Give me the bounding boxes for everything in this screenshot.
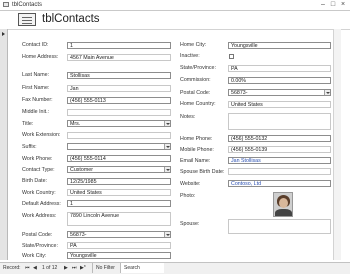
suffix-label: Suffix: bbox=[22, 144, 37, 150]
photo-label: Photo: bbox=[180, 193, 196, 199]
record-label: Record: bbox=[3, 265, 21, 271]
home-postal-code-combo[interactable]: 56873- bbox=[228, 89, 331, 96]
home-phone-field[interactable]: (456) 555-0132 bbox=[228, 135, 331, 142]
home-phone-label: Home Phone: bbox=[180, 136, 213, 142]
last-name-label: Last Name: bbox=[22, 72, 50, 78]
middle-init-label: Middle Init.: bbox=[22, 109, 50, 115]
title-value: Mrs. bbox=[70, 121, 81, 127]
spouse-birth-date-field[interactable] bbox=[228, 168, 331, 175]
email-name-field[interactable]: Jan Stollisas bbox=[228, 157, 331, 164]
work-city-label: Work City: bbox=[22, 253, 47, 259]
home-address-label: Home Address: bbox=[22, 54, 59, 60]
mobile-phone-field[interactable]: (456) 555-0139 bbox=[228, 146, 331, 153]
commission-label: Commission: bbox=[180, 77, 211, 83]
state-province-label: State/Province: bbox=[22, 243, 58, 249]
fax-number-label: Fax Number: bbox=[22, 97, 53, 103]
home-city-label: Home City: bbox=[180, 42, 207, 48]
first-name-field[interactable]: Jan bbox=[67, 85, 171, 92]
document-tab-title[interactable]: tblContacts bbox=[12, 1, 42, 9]
work-city-field[interactable]: Youngsville bbox=[67, 252, 171, 259]
chevron-down-icon[interactable] bbox=[164, 232, 170, 237]
birth-date-label: Birth Date: bbox=[22, 178, 48, 184]
contact-type-value: Customer bbox=[70, 167, 93, 173]
form-tab-icon bbox=[3, 2, 9, 7]
home-address-field[interactable]: 4567 Main Avenue bbox=[67, 54, 171, 61]
commission-field[interactable]: 0.00% bbox=[228, 77, 331, 84]
home-country-field[interactable]: United States bbox=[228, 101, 331, 108]
new-record-icon[interactable]: ▶* bbox=[80, 263, 86, 273]
work-address-label: Work Address: bbox=[22, 213, 57, 219]
middle-init-field[interactable] bbox=[67, 109, 171, 116]
contact-type-combo[interactable]: Customer bbox=[67, 166, 171, 173]
inactive-label: Inactive: bbox=[180, 53, 200, 59]
close-icon[interactable]: × bbox=[339, 1, 347, 9]
first-record-icon[interactable]: ⏮ bbox=[25, 263, 30, 273]
title-combo[interactable]: Mrs. bbox=[67, 120, 171, 127]
website-label: Website: bbox=[180, 181, 201, 187]
home-city-field[interactable]: Youngsville bbox=[228, 42, 331, 49]
default-address-label: Default Address: bbox=[22, 201, 61, 207]
spouse-field[interactable] bbox=[228, 219, 331, 234]
email-link[interactable]: Jan Stollisas bbox=[231, 158, 261, 163]
search-box[interactable]: Search bbox=[120, 263, 164, 273]
contact-id-label: Contact ID: bbox=[22, 42, 49, 48]
work-country-field[interactable]: United States bbox=[67, 189, 171, 196]
notes-label: Notes: bbox=[180, 114, 196, 120]
minimize-icon[interactable]: – bbox=[319, 1, 327, 9]
record-position[interactable]: 1 of 12 bbox=[42, 263, 57, 273]
postal-code-value: 56873- bbox=[70, 232, 87, 238]
form-header: tblContacts bbox=[0, 11, 350, 28]
chevron-down-icon[interactable] bbox=[324, 90, 330, 95]
suffix-combo[interactable] bbox=[67, 143, 171, 150]
state-province-field[interactable]: PA bbox=[67, 242, 171, 249]
postal-code-label: Postal Code: bbox=[22, 232, 53, 238]
document-tab-bar: tblContacts – □ × bbox=[0, 0, 350, 11]
website-field[interactable]: Contoso, Ltd bbox=[228, 180, 331, 187]
chevron-down-icon[interactable] bbox=[164, 167, 170, 172]
chevron-down-icon[interactable] bbox=[164, 121, 170, 126]
form-icon bbox=[18, 13, 36, 26]
inactive-checkbox[interactable] bbox=[229, 54, 234, 59]
home-postal-code-value: 56873- bbox=[231, 90, 248, 96]
default-address-field[interactable]: 1 bbox=[67, 200, 171, 207]
birth-date-field[interactable]: 12/25/1985 bbox=[67, 178, 171, 185]
notes-field[interactable] bbox=[228, 113, 331, 130]
title-label: Title: bbox=[22, 121, 34, 127]
window-controls: – □ × bbox=[317, 1, 347, 9]
work-phone-field[interactable]: (456) 555-0114 bbox=[67, 155, 171, 162]
work-phone-label: Work Phone: bbox=[22, 156, 53, 162]
current-record-icon bbox=[2, 32, 5, 36]
work-extension-field[interactable] bbox=[67, 132, 171, 139]
email-name-label: Email Name: bbox=[180, 158, 211, 164]
last-name-field[interactable]: Stollisas bbox=[67, 72, 171, 79]
fax-number-field[interactable]: (456) 555-0113 bbox=[67, 97, 171, 104]
chevron-down-icon[interactable] bbox=[164, 144, 170, 149]
home-postal-code-label: Postal Code: bbox=[180, 90, 211, 96]
last-record-icon[interactable]: ⏭ bbox=[72, 263, 77, 273]
form-window: tblContacts – □ × tblContacts Contact ID… bbox=[0, 0, 350, 274]
home-state-province-field[interactable]: PA bbox=[228, 65, 331, 72]
postal-code-combo[interactable]: 56873- bbox=[67, 231, 171, 238]
work-extension-label: Work Extension: bbox=[22, 132, 61, 138]
first-name-label: First Name: bbox=[22, 85, 50, 91]
maximize-icon[interactable]: □ bbox=[329, 1, 337, 9]
work-address-field[interactable]: 7890 Lincoln Avenue bbox=[67, 212, 171, 226]
spouse-label: Spouse: bbox=[180, 221, 200, 227]
record-navigation-bar: Record: ⏮ ◀ 1 of 12 ▶ ⏭ ▶* No Filter Sea… bbox=[0, 262, 350, 274]
contact-type-label: Contact Type: bbox=[22, 167, 55, 173]
work-country-label: Work Country: bbox=[22, 190, 56, 196]
form-title: tblContacts bbox=[42, 13, 100, 25]
previous-record-icon[interactable]: ◀ bbox=[33, 263, 37, 273]
mobile-phone-label: Mobile Phone: bbox=[180, 147, 214, 153]
vertical-scrollbar[interactable] bbox=[333, 29, 341, 260]
home-country-label: Home Country: bbox=[180, 101, 216, 107]
filter-indicator[interactable]: No Filter bbox=[92, 263, 115, 273]
home-state-province-label: State/Province: bbox=[180, 65, 216, 71]
website-link[interactable]: Contoso, Ltd bbox=[231, 181, 261, 186]
record-selector[interactable] bbox=[0, 29, 8, 260]
next-record-icon[interactable]: ▶ bbox=[64, 263, 68, 273]
contact-id-field[interactable]: 1 bbox=[67, 42, 171, 49]
spouse-birth-date-label: Spouse Birth Date: bbox=[180, 169, 225, 175]
contact-photo[interactable] bbox=[273, 192, 293, 217]
